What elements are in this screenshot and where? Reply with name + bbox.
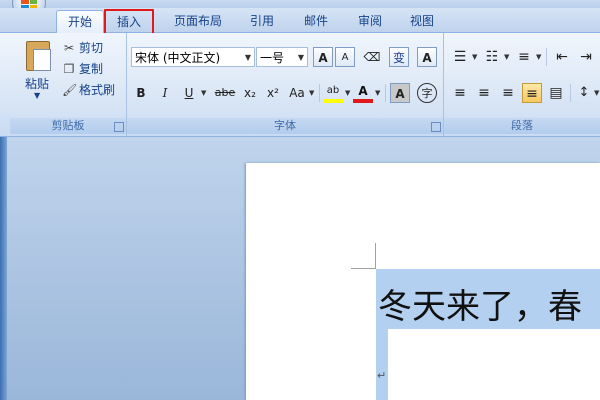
bold-button[interactable]: B: [131, 83, 151, 103]
cut-button[interactable]: ✂ 剪切: [62, 39, 103, 57]
grow-font-button[interactable]: A: [313, 47, 333, 67]
font-size-dropdown-icon: ▼: [297, 53, 304, 62]
font-name-value: 宋体 (中文正文): [135, 51, 221, 65]
copy-icon: ❐: [63, 62, 75, 76]
font-size-select[interactable]: 一号 ▼: [256, 47, 308, 67]
enclose-characters-button[interactable]: 字: [417, 83, 437, 103]
tab-insert[interactable]: 插入: [104, 9, 154, 35]
shrink-font-button[interactable]: A: [335, 47, 355, 67]
baidu-watermark-url: jingyan.baidu.com: [462, 372, 555, 383]
paste-dropdown-icon[interactable]: ▼: [34, 91, 40, 100]
text-highlight-button[interactable]: ab: [323, 81, 343, 103]
line-spacing-icon[interactable]: ↕: [574, 83, 594, 103]
document-text[interactable]: 冬天来了，春: [378, 279, 582, 328]
separator: [570, 84, 571, 102]
increase-indent-icon[interactable]: ⇥: [576, 47, 596, 67]
selection-highlight: [376, 329, 388, 400]
superscript-button[interactable]: x²: [263, 83, 283, 103]
bullets-dropdown-icon[interactable]: ▼: [472, 53, 477, 61]
cut-label: 剪切: [79, 41, 104, 55]
copy-button[interactable]: ❐ 复制: [62, 60, 103, 78]
paste-label: 粘贴: [24, 77, 49, 91]
brush-icon: 🖌: [62, 83, 78, 97]
clipboard-group: 粘贴 ▼ ✂ 剪切 ❐ 复制 🖌 格式刷 剪贴板: [10, 33, 127, 136]
line-spacing-dropdown-icon[interactable]: ▼: [594, 89, 599, 97]
tab-view[interactable]: 视图: [402, 10, 442, 32]
align-center-icon[interactable]: ≡: [474, 83, 494, 103]
underline-dropdown-icon[interactable]: ▼: [201, 89, 206, 97]
window-edge: [0, 137, 7, 400]
clipboard-group-label: 剪贴板: [10, 118, 126, 134]
tab-references[interactable]: 引用: [242, 10, 282, 32]
baidu-watermark: Bai 经验: [458, 341, 549, 366]
phonetic-guide-button[interactable]: 变: [389, 47, 409, 67]
margin-crop-mark: [351, 268, 376, 269]
clear-format-icon[interactable]: ⌫: [362, 47, 382, 67]
paragraph-group-label: 段落: [444, 118, 600, 134]
multilevel-list-icon[interactable]: ≡: [514, 47, 534, 67]
align-right-icon[interactable]: ≡: [498, 83, 518, 103]
font-group-label: 字体: [127, 118, 443, 134]
selected-text-line[interactable]: 冬天来了，春: [376, 269, 600, 329]
font-color-dropdown-icon[interactable]: ▼: [375, 89, 380, 97]
separator: [546, 48, 547, 66]
font-color-button[interactable]: A: [353, 81, 373, 103]
justify-icon[interactable]: ≡: [522, 83, 542, 103]
paper-icon: [33, 49, 51, 71]
italic-button[interactable]: I: [155, 83, 175, 103]
change-case-button[interactable]: Aa: [285, 83, 309, 103]
bullets-icon[interactable]: ☰: [450, 47, 470, 67]
numbering-dropdown-icon[interactable]: ▼: [504, 53, 509, 61]
font-name-select[interactable]: 宋体 (中文正文) ▼: [131, 47, 255, 67]
margin-crop-mark: [375, 243, 376, 268]
highlight-dropdown-icon[interactable]: ▼: [345, 89, 350, 97]
ribbon: 粘贴 ▼ ✂ 剪切 ❐ 复制 🖌 格式刷 剪贴板 宋体 (中文正文) ▼ 一号 ▼ A…: [0, 33, 600, 137]
ribbon-tab-strip: 开始 插入 页面布局 引用 邮件 审阅 视图: [0, 8, 600, 35]
separator: [319, 84, 320, 102]
copy-label: 复制: [79, 62, 104, 76]
change-case-dropdown-icon[interactable]: ▼: [309, 89, 314, 97]
strikethrough-button[interactable]: abe: [212, 83, 238, 103]
clipboard-launcher-icon[interactable]: [114, 122, 124, 132]
tab-page-layout[interactable]: 页面布局: [164, 10, 232, 32]
font-launcher-icon[interactable]: [431, 122, 441, 132]
character-shading-button[interactable]: A: [390, 83, 410, 103]
font-name-dropdown-icon: ▼: [244, 53, 251, 62]
tab-review[interactable]: 审阅: [350, 10, 390, 32]
paragraph-group: ☰ ▼ ☷ ▼ ≡ ▼ ⇤ ⇥ ≡ ≡ ≡ ≡ ▤ ↕ ▼ 段落: [444, 33, 600, 136]
format-painter-button[interactable]: 🖌 格式刷: [62, 81, 115, 99]
multilevel-dropdown-icon[interactable]: ▼: [536, 53, 541, 61]
tab-mailings[interactable]: 邮件: [296, 10, 336, 32]
paste-button[interactable]: 粘贴 ▼: [18, 39, 56, 100]
character-border-button[interactable]: A: [417, 47, 437, 67]
decrease-indent-icon[interactable]: ⇤: [552, 47, 572, 67]
distributed-icon[interactable]: ▤: [546, 83, 566, 103]
tab-home[interactable]: 开始: [56, 10, 104, 33]
subscript-button[interactable]: x₂: [240, 83, 260, 103]
format-painter-label: 格式刷: [79, 83, 116, 97]
scissors-icon: ✂: [63, 41, 75, 55]
numbering-icon[interactable]: ☷: [482, 47, 502, 67]
font-size-value: 一号: [260, 51, 285, 65]
separator: [385, 84, 386, 102]
align-left-icon[interactable]: ≡: [450, 83, 470, 103]
paragraph-mark-icon: ↵: [377, 369, 387, 382]
font-group: 宋体 (中文正文) ▼ 一号 ▼ A A ⌫ 变 A B I U ▼ abe x…: [127, 33, 444, 136]
underline-button[interactable]: U: [179, 83, 199, 103]
title-bar: [0, 0, 600, 8]
